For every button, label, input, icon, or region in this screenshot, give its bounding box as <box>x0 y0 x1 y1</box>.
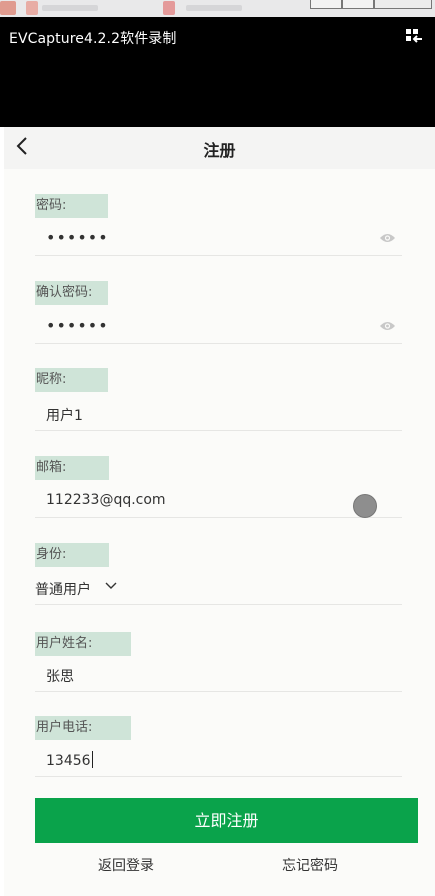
role-label: 身份: <box>35 543 109 567</box>
email-field[interactable]: 112233@qq.com <box>35 485 402 518</box>
real-name-field[interactable]: 张思 <box>35 659 402 692</box>
blurred-label <box>186 5 242 11</box>
phone-label: 用户电话: <box>35 716 131 740</box>
app-icon <box>0 1 16 15</box>
eye-icon[interactable] <box>379 232 396 244</box>
close-button[interactable] <box>374 0 432 9</box>
register-screen: 注册 密码: •••••• 确认密码: •••••• 昵称: 用户1 邮箱: 1… <box>4 127 435 896</box>
register-button[interactable]: 立即注册 <box>35 798 418 843</box>
nickname-value[interactable]: 用户1 <box>46 405 83 425</box>
background-taskbar <box>0 0 435 17</box>
app-icon <box>26 1 38 15</box>
confirm-password-value[interactable]: •••••• <box>46 316 109 335</box>
app-icon <box>163 1 175 15</box>
password-value[interactable]: •••••• <box>46 228 109 247</box>
nickname-field[interactable]: 用户1 <box>35 398 402 431</box>
role-select[interactable]: 普通用户 <box>35 572 402 605</box>
real-name-value[interactable]: 张思 <box>46 666 74 686</box>
phone-value: 13456 <box>46 753 91 769</box>
blurred-label <box>42 5 98 11</box>
back-to-login-link[interactable]: 返回登录 <box>98 855 154 875</box>
minimize-button[interactable] <box>310 0 342 9</box>
password-label: 密码: <box>35 194 108 218</box>
nav-bar: 注册 <box>4 127 435 169</box>
password-field[interactable]: •••••• <box>35 223 402 256</box>
confirm-password-field[interactable]: •••••• <box>35 311 402 344</box>
chevron-down-icon[interactable] <box>105 582 117 590</box>
forgot-password-link[interactable]: 忘记密码 <box>282 855 338 875</box>
maximize-button[interactable] <box>342 0 374 9</box>
page-title: 注册 <box>203 141 236 160</box>
touch-indicator <box>353 494 377 518</box>
confirm-password-label: 确认密码: <box>35 281 108 305</box>
phone-field[interactable]: 13456 <box>35 744 402 777</box>
capture-title-bar: EVCapture4.2.2软件录制 <box>0 17 435 127</box>
phone-input[interactable]: 13456 <box>46 751 93 769</box>
real-name-label: 用户姓名: <box>35 632 131 656</box>
email-label: 邮箱: <box>35 456 109 480</box>
email-value[interactable]: 112233@qq.com <box>46 492 166 508</box>
eye-icon[interactable] <box>379 320 396 332</box>
text-cursor <box>91 751 93 768</box>
role-value[interactable]: 普通用户 <box>35 579 91 599</box>
nickname-label: 昵称: <box>35 368 108 392</box>
capture-title: EVCapture4.2.2软件录制 <box>9 31 177 47</box>
collapse-grid-icon[interactable] <box>405 28 423 44</box>
